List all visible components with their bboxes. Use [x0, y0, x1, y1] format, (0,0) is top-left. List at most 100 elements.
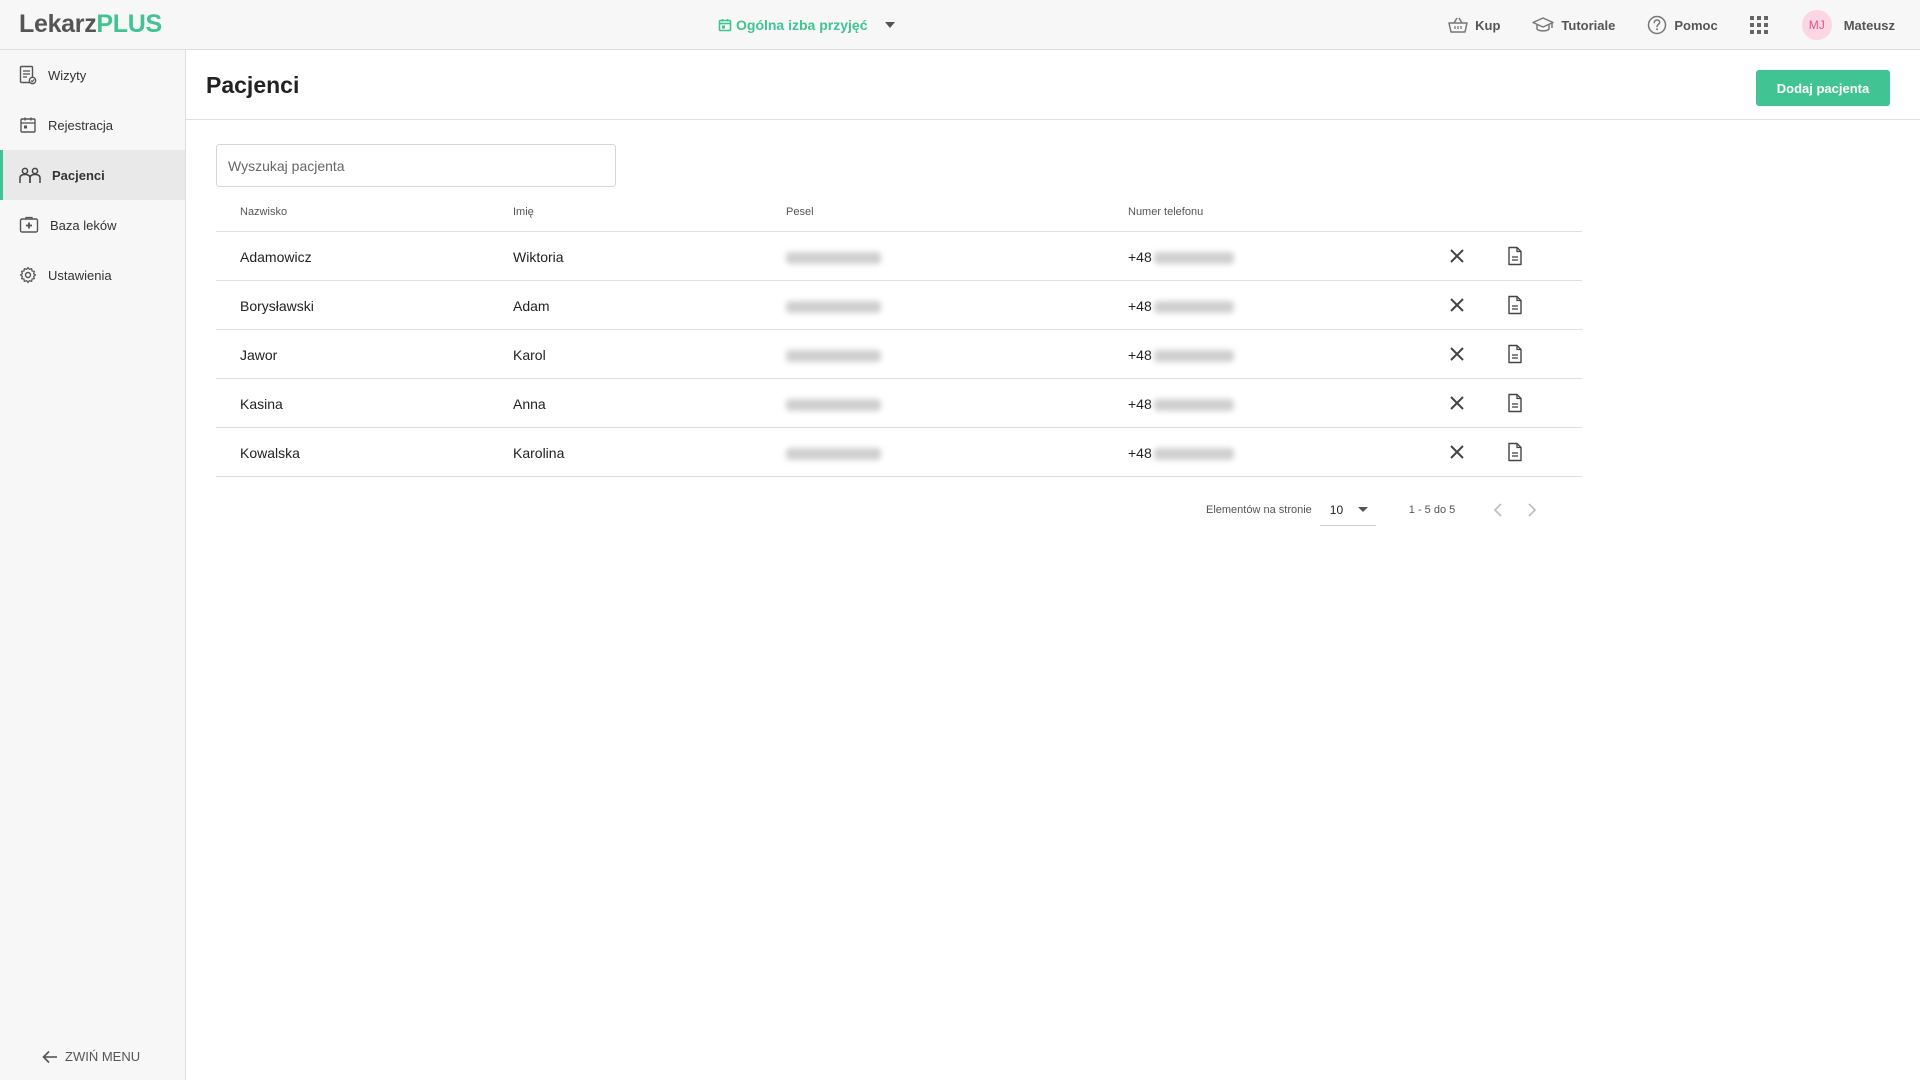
top-actions: Kup Tutoriale Pomoc MJ Mateusz	[1448, 0, 1920, 50]
caret-down-icon	[885, 22, 896, 28]
cell-name: Anna	[513, 396, 546, 412]
per-page-label: Elementów na stronie	[1206, 504, 1312, 516]
delete-icon[interactable]	[1449, 248, 1465, 264]
sidebar: Wizyty Rejestracja Pacjenci Baza leków U…	[0, 50, 186, 1080]
table-row[interactable]: Adamowicz Wiktoria +48	[216, 232, 1582, 281]
document-icon[interactable]	[1507, 393, 1523, 413]
visits-icon	[19, 65, 37, 85]
document-icon[interactable]	[1507, 442, 1523, 462]
buy-button[interactable]: Kup	[1448, 16, 1500, 34]
logo-text-part2: PLUS	[96, 10, 162, 38]
sidebar-item-label: Rejestracja	[48, 117, 114, 133]
sidebar-item-settings[interactable]: Ustawienia	[0, 250, 185, 300]
previous-page-button[interactable]	[1493, 502, 1503, 518]
table-row[interactable]: Jawor Karol +48	[216, 330, 1582, 379]
column-header-name[interactable]: Imię	[513, 206, 534, 218]
sidebar-item-medicine-db[interactable]: Baza leków	[0, 200, 185, 250]
table-row[interactable]: Kowalska Karolina +48	[216, 428, 1582, 477]
cell-pesel-blurred	[786, 347, 881, 363]
help-button[interactable]: Pomoc	[1647, 15, 1718, 35]
delete-icon[interactable]	[1449, 346, 1465, 362]
apps-grid-icon	[1749, 16, 1768, 34]
document-icon[interactable]	[1507, 246, 1523, 266]
page-range: 1 - 5 do 5	[1408, 504, 1456, 516]
table-header: Nazwisko Imię Pesel Numer telefonu	[216, 196, 1582, 232]
caret-down-icon	[1357, 507, 1368, 512]
cell-pesel-blurred	[786, 445, 881, 461]
sidebar-item-label: Pacjenci	[52, 167, 105, 183]
help-circle-icon	[1648, 15, 1667, 35]
page-title: Pacjenci	[206, 72, 300, 98]
pagination: Elementów na stronie 10 1 - 5 do 5	[1206, 492, 1561, 528]
column-header-pesel[interactable]: Pesel	[786, 206, 814, 218]
tutorials-button[interactable]: Tutoriale	[1532, 17, 1615, 33]
sidebar-item-label: Baza leków	[50, 217, 117, 233]
page-header: Pacjenci Dodaj pacjenta	[186, 50, 1920, 120]
tutorials-label: Tutoriale	[1561, 17, 1616, 33]
chevron-right-icon	[1528, 503, 1537, 517]
sidebar-item-patients[interactable]: Pacjenci	[0, 150, 185, 200]
medicine-icon	[19, 216, 39, 233]
top-bar: LekarzPLUS Ogólna izba przyjęć Kup Tutor…	[0, 0, 1920, 50]
user-avatar[interactable]: MJ	[1801, 10, 1832, 40]
cell-name: Karol	[513, 347, 546, 363]
phone-prefix: +48	[1128, 249, 1152, 265]
cell-phone: +48	[1128, 396, 1234, 412]
table-row[interactable]: Borysławski Adam +48	[216, 281, 1582, 330]
help-label: Pomoc	[1674, 17, 1718, 33]
sidebar-item-label: Ustawienia	[48, 267, 112, 283]
buy-label: Kup	[1475, 17, 1501, 33]
patients-table: Nazwisko Imię Pesel Numer telefonu Adamo…	[216, 196, 1582, 477]
column-header-phone[interactable]: Numer telefonu	[1128, 206, 1203, 218]
cell-phone: +48	[1128, 347, 1234, 363]
cell-surname: Jawor	[240, 347, 278, 363]
cell-name: Karolina	[513, 445, 565, 461]
cell-phone: +48	[1128, 298, 1234, 314]
phone-prefix: +48	[1128, 396, 1152, 412]
user-name[interactable]: Mateusz	[1844, 18, 1895, 33]
column-header-surname[interactable]: Nazwisko	[240, 206, 287, 218]
cell-pesel-blurred	[786, 298, 881, 314]
document-icon[interactable]	[1507, 344, 1523, 364]
delete-icon[interactable]	[1449, 444, 1465, 460]
document-icon[interactable]	[1507, 295, 1523, 315]
add-patient-button[interactable]: Dodaj pacjenta	[1756, 70, 1890, 106]
sidebar-item-label: Wizyty	[48, 67, 87, 83]
cell-surname: Kowalska	[240, 445, 300, 461]
sidebar-item-registration[interactable]: Rejestracja	[0, 100, 185, 150]
phone-prefix: +48	[1128, 298, 1152, 314]
collapse-menu-button[interactable]: ZWIŃ MENU	[42, 1049, 140, 1064]
cell-surname: Adamowicz	[240, 249, 312, 265]
next-page-button[interactable]	[1527, 502, 1537, 518]
search-input[interactable]	[216, 144, 616, 187]
delete-icon[interactable]	[1449, 395, 1465, 411]
cell-phone: +48	[1128, 249, 1234, 265]
phone-prefix: +48	[1128, 347, 1152, 363]
delete-icon[interactable]	[1449, 297, 1465, 313]
chevron-left-icon	[1494, 503, 1502, 517]
location-selector[interactable]: Ogólna izba przyjęć	[718, 14, 899, 36]
app-logo[interactable]: LekarzPLUS	[19, 10, 162, 39]
logo-text-part1: Lekarz	[19, 10, 97, 38]
cell-surname: Borysławski	[240, 298, 314, 314]
settings-icon	[19, 266, 37, 284]
basket-icon	[1448, 17, 1468, 33]
patients-icon	[19, 167, 41, 183]
location-label: Ogólna izba przyjęć	[736, 17, 868, 33]
phone-prefix: +48	[1128, 445, 1152, 461]
apps-grid-button[interactable]	[1749, 16, 1768, 34]
cell-surname: Kasina	[240, 396, 283, 412]
per-page-select[interactable]: 10	[1319, 494, 1376, 526]
calendar-icon	[20, 117, 36, 133]
sidebar-item-visits[interactable]: Wizyty	[0, 50, 185, 100]
cell-name: Adam	[513, 298, 550, 314]
cell-phone: +48	[1128, 445, 1234, 461]
cell-pesel-blurred	[786, 249, 881, 265]
cell-pesel-blurred	[786, 396, 881, 412]
table-row[interactable]: Kasina Anna +48	[216, 379, 1582, 428]
arrow-left-icon	[42, 1050, 57, 1063]
graduation-cap-icon	[1532, 17, 1555, 32]
per-page-value: 10	[1329, 502, 1344, 517]
calendar-icon	[718, 19, 732, 32]
cell-name: Wiktoria	[513, 249, 564, 265]
